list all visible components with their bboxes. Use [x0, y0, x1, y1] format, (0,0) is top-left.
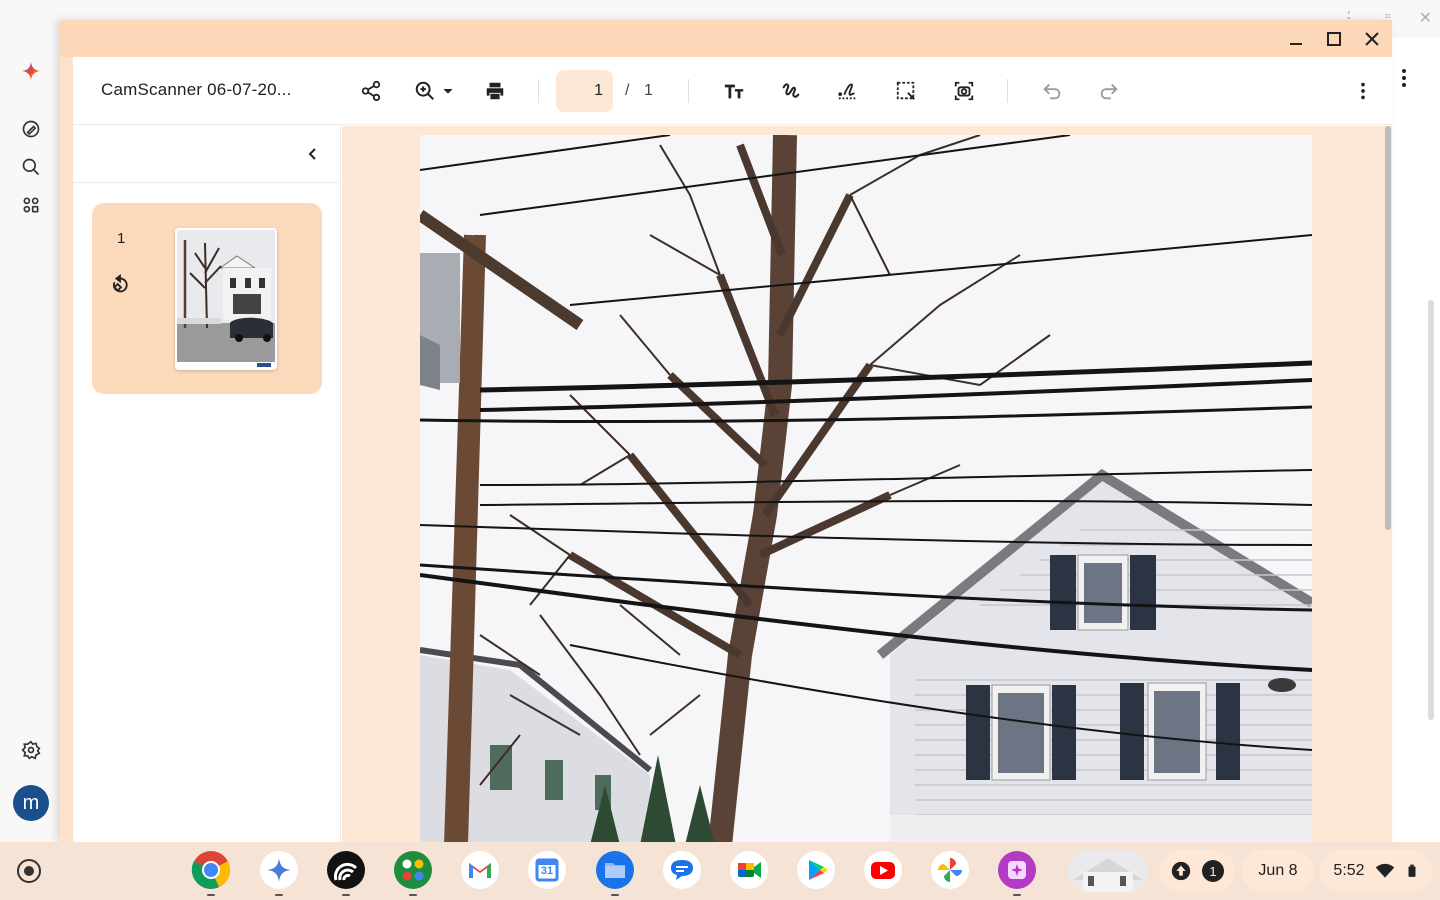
gear-icon[interactable]	[18, 737, 44, 763]
left-rail	[0, 38, 60, 842]
wifi-icon	[1375, 863, 1394, 878]
draw-icon[interactable]	[777, 75, 805, 107]
document-view[interactable]	[342, 126, 1392, 842]
titlebar	[60, 20, 1392, 57]
sparkle-icon[interactable]	[18, 58, 44, 84]
minimize-icon[interactable]	[1282, 26, 1310, 52]
chrome-icon[interactable]	[191, 850, 231, 890]
files-icon[interactable]	[595, 850, 635, 890]
background-more-icon[interactable]	[1396, 64, 1412, 92]
thumbnail-image	[175, 228, 277, 370]
select-area-icon[interactable]	[892, 75, 920, 107]
thumbnail-page-number: 1	[117, 230, 126, 247]
running-indicator	[611, 894, 619, 896]
toolbar-divider	[538, 79, 539, 103]
share-icon[interactable]	[357, 75, 385, 107]
messages-icon[interactable]	[662, 850, 702, 890]
notification-count: 1	[1202, 860, 1224, 882]
date-label: Jun 8	[1258, 862, 1298, 879]
zoom-in-icon	[415, 81, 434, 100]
photos-icon[interactable]	[930, 850, 970, 890]
page-number-input[interactable]	[556, 70, 613, 112]
screencast-icon[interactable]	[997, 850, 1037, 890]
page-total: 1	[644, 82, 653, 99]
upload-icon	[1171, 861, 1191, 881]
notification-tray[interactable]: 1	[1159, 850, 1235, 892]
print-icon[interactable]	[481, 75, 509, 107]
apps-grid-icon[interactable]	[393, 850, 433, 890]
sidebar-header	[73, 126, 341, 183]
screenshot-icon[interactable]	[950, 75, 978, 107]
document-title: CamScanner 06-07-20...	[101, 80, 292, 99]
redo-icon[interactable]	[1095, 75, 1123, 107]
podcast-icon[interactable]	[326, 850, 366, 890]
page-separator: /	[625, 82, 630, 99]
gmail-icon[interactable]	[460, 850, 500, 890]
status-tray[interactable]: 5:52	[1320, 850, 1432, 892]
more-icon[interactable]	[1351, 75, 1375, 107]
calendar-day: 31	[540, 865, 554, 877]
background-close-icon[interactable]: ✕	[1419, 8, 1432, 28]
edit-icon[interactable]	[18, 116, 44, 142]
chevron-left-icon[interactable]	[301, 142, 325, 166]
toolbar-divider	[688, 79, 689, 103]
running-indicator	[409, 894, 417, 896]
meet-icon[interactable]	[729, 850, 769, 890]
calendar-icon[interactable]: 31	[527, 850, 567, 890]
search-icon[interactable]	[18, 154, 44, 180]
window-content: CamScanner 06-07-20... / 1	[73, 57, 1392, 842]
launcher-icon[interactable]	[17, 859, 41, 883]
running-indicator	[207, 894, 215, 896]
time-label: 5:52	[1333, 862, 1365, 879]
running-indicator	[1013, 894, 1021, 896]
apps-icon[interactable]	[18, 192, 44, 218]
text-icon[interactable]	[720, 75, 748, 107]
chevron-down-icon	[443, 89, 453, 94]
youtube-icon[interactable]	[863, 850, 903, 890]
toolbar: CamScanner 06-07-20... / 1	[73, 57, 1392, 125]
running-indicator	[342, 894, 350, 896]
background-scrollbar[interactable]	[1428, 300, 1434, 720]
play-store-icon[interactable]	[796, 850, 836, 890]
zoom-button[interactable]	[410, 75, 460, 107]
toolbar-divider	[1007, 79, 1008, 103]
thumbnail-sidebar: 1	[73, 126, 341, 842]
running-indicator	[275, 894, 283, 896]
document-page-image	[420, 135, 1312, 842]
undo-icon[interactable]	[1038, 75, 1066, 107]
pdf-viewer-window: CamScanner 06-07-20... / 1	[60, 20, 1392, 842]
date-tray[interactable]: Jun 8	[1242, 850, 1314, 892]
avatar[interactable]: m	[13, 785, 49, 821]
page-thumbnail[interactable]: 1	[92, 203, 322, 394]
taskbar: 31 1 Jun 8 5:52	[0, 842, 1440, 900]
battery-icon	[1408, 864, 1416, 877]
holding-space-thumbnail[interactable]	[1068, 850, 1148, 892]
document-scrollbar[interactable]	[1385, 126, 1391, 530]
maximize-icon[interactable]	[1320, 26, 1348, 52]
rotate-icon[interactable]	[108, 273, 132, 297]
close-icon[interactable]	[1358, 26, 1386, 52]
gemini-icon[interactable]	[259, 850, 299, 890]
signature-icon[interactable]	[834, 75, 862, 107]
